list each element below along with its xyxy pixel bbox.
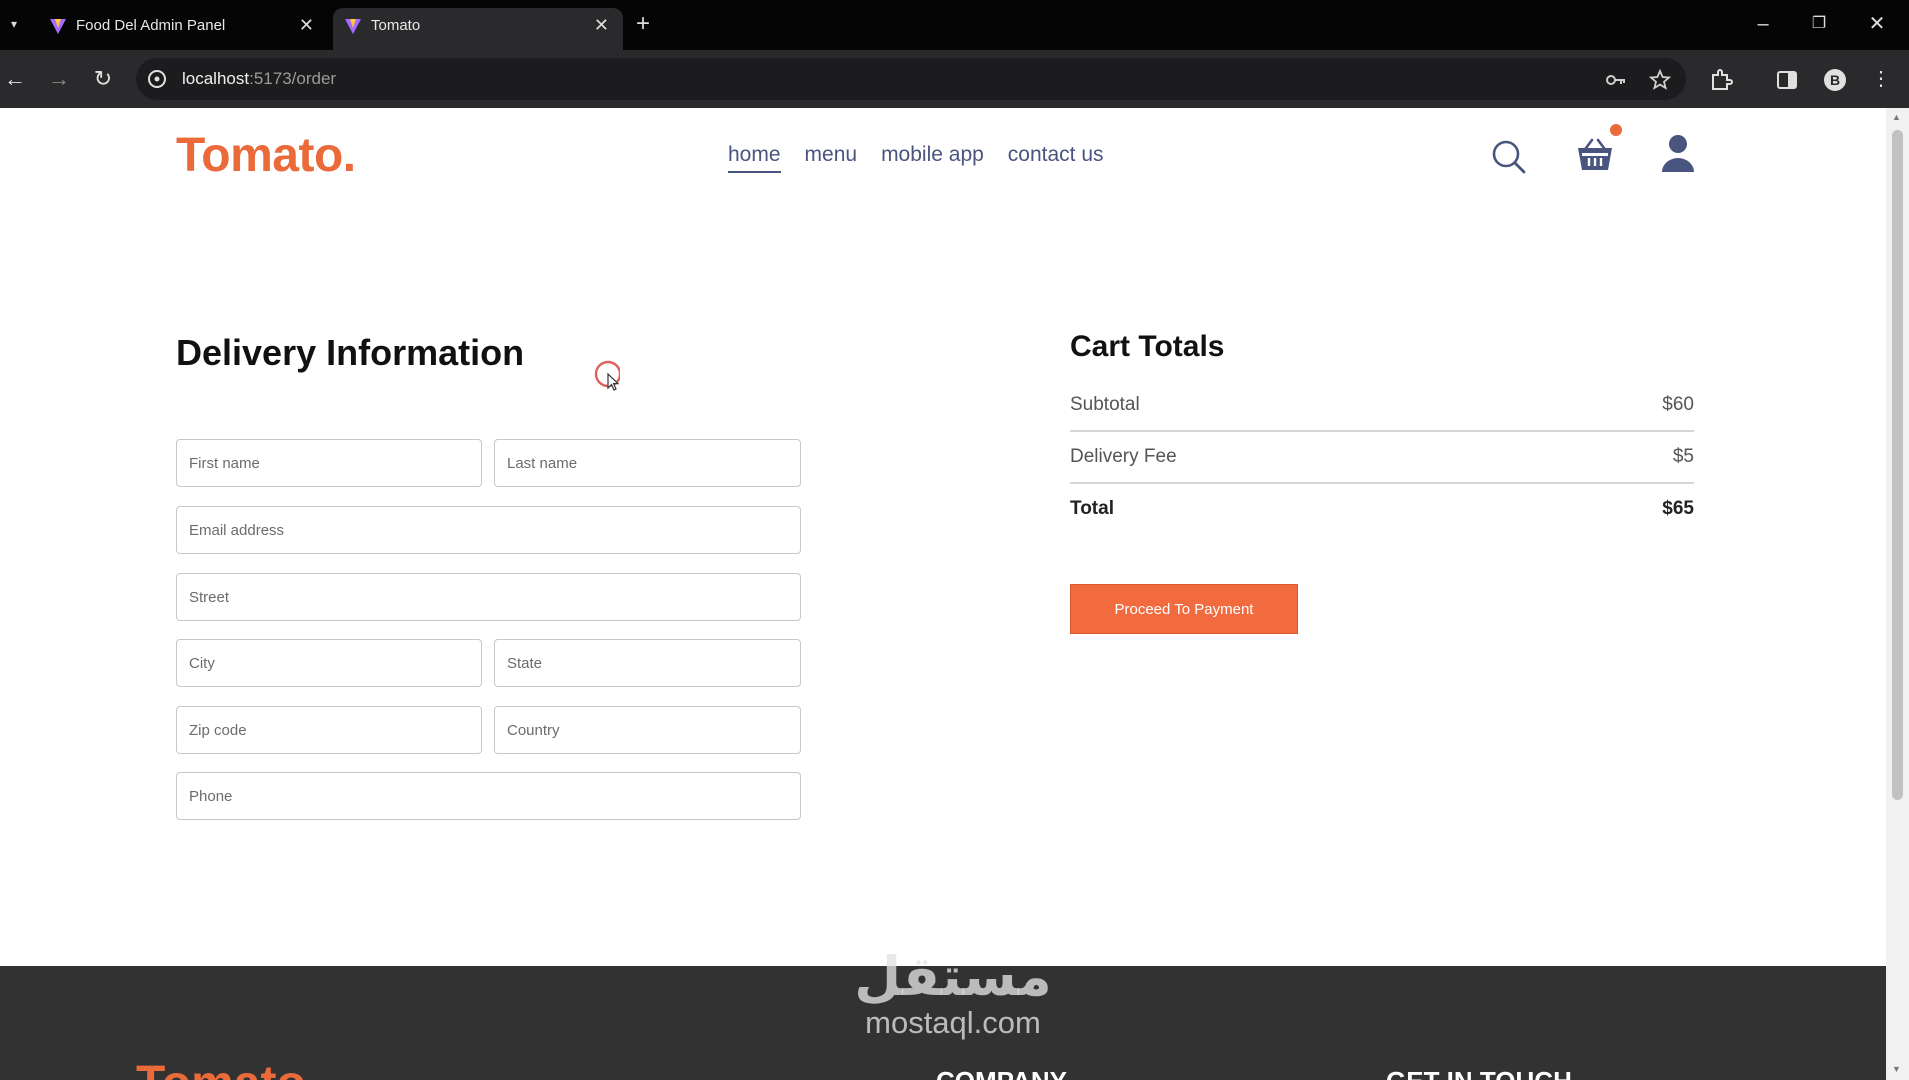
profile-icon[interactable] — [1660, 132, 1696, 176]
divider — [1070, 430, 1694, 432]
tab-title: Tomato — [371, 17, 421, 34]
subtotal-value: $60 — [1662, 394, 1694, 415]
site-logo[interactable]: Tomato. — [176, 128, 356, 183]
basket-icon[interactable] — [1574, 134, 1616, 176]
nav-menu[interactable]: menu — [805, 143, 858, 173]
total-value: $65 — [1662, 498, 1694, 519]
main-nav: home menu mobile app contact us — [728, 143, 1104, 173]
bookmark-star-icon[interactable] — [1648, 68, 1672, 92]
side-panel-icon[interactable] — [1774, 67, 1800, 93]
tab-search-button[interactable]: ▾ — [4, 12, 24, 36]
proceed-to-payment-button[interactable]: Proceed To Payment — [1070, 584, 1298, 634]
footer-heading-company: COMPANY — [936, 1066, 1067, 1080]
tab-close-icon[interactable]: ✕ — [299, 14, 314, 36]
watermark-arabic: مستقل — [854, 945, 1052, 1008]
watermark-latin: mostaql.com — [865, 1005, 1041, 1040]
extensions-icon[interactable] — [1708, 67, 1734, 93]
state-field[interactable] — [494, 639, 801, 687]
footer-logo: Tomato. — [136, 1056, 319, 1080]
total-row: Total $65 — [1070, 498, 1694, 528]
browser-toolbar: ← → ↻ localhost:5173/order B ⋮ — [0, 50, 1909, 108]
cart-totals-title: Cart Totals — [1070, 330, 1225, 363]
browser-tab-strip: ▾ Food Del Admin Panel ✕ Tomato ✕ + – ❐ … — [0, 0, 1909, 50]
footer-heading-contact: GET IN TOUCH — [1386, 1066, 1572, 1080]
minimize-button[interactable]: – — [1748, 10, 1778, 38]
nav-home[interactable]: home — [728, 143, 781, 173]
web-page: Tomato. home menu mobile app contact us … — [0, 108, 1886, 1080]
tab-close-icon[interactable]: ✕ — [594, 14, 609, 36]
vite-favicon-icon — [50, 19, 66, 34]
delivery-info-title: Delivery Information — [176, 332, 525, 373]
mouse-cursor-icon — [594, 360, 620, 391]
profile-avatar-icon[interactable]: B — [1822, 67, 1848, 93]
phone-field[interactable] — [176, 772, 801, 820]
svg-text:B: B — [1830, 72, 1840, 88]
country-field[interactable] — [494, 706, 801, 754]
street-field[interactable] — [176, 573, 801, 621]
site-info-icon[interactable] — [146, 68, 168, 90]
scroll-down-arrow-icon[interactable]: ▼ — [1892, 1064, 1901, 1074]
email-field[interactable] — [176, 506, 801, 554]
watermark: مستقل mostaql.com — [838, 948, 1068, 1040]
zip-code-field[interactable] — [176, 706, 482, 754]
window-close-button[interactable]: ✕ — [1862, 10, 1892, 38]
scrollbar-thumb[interactable] — [1892, 130, 1903, 800]
cart-notification-dot — [1610, 124, 1622, 136]
forward-arrow-icon[interactable]: → — [44, 64, 74, 94]
page-scrollbar[interactable]: ▲ ▼ — [1886, 108, 1909, 1080]
restore-button[interactable]: ❐ — [1804, 10, 1834, 38]
address-bar[interactable]: localhost:5173/order — [136, 58, 1686, 100]
first-name-field[interactable] — [176, 439, 482, 487]
delivery-fee-value: $5 — [1672, 446, 1694, 467]
scroll-up-arrow-icon[interactable]: ▲ — [1892, 112, 1901, 122]
new-tab-button[interactable]: + — [636, 10, 650, 38]
back-arrow-icon[interactable]: ← — [0, 64, 30, 94]
reload-icon[interactable]: ↻ — [88, 64, 118, 94]
vite-favicon-icon — [345, 19, 361, 34]
search-icon[interactable] — [1490, 138, 1528, 176]
subtotal-label: Subtotal — [1070, 394, 1140, 415]
nav-contact-us[interactable]: contact us — [1008, 143, 1104, 173]
subtotal-row: Subtotal $60 — [1070, 394, 1694, 424]
nav-mobile-app[interactable]: mobile app — [881, 143, 984, 173]
last-name-field[interactable] — [494, 439, 801, 487]
tab-title: Food Del Admin Panel — [76, 17, 226, 34]
password-key-icon[interactable] — [1604, 68, 1628, 92]
total-label: Total — [1070, 498, 1114, 519]
tab-admin-panel[interactable]: Food Del Admin Panel ✕ — [38, 8, 328, 50]
delivery-fee-row: Delivery Fee $5 — [1070, 446, 1694, 476]
city-field[interactable] — [176, 639, 482, 687]
tab-tomato[interactable]: Tomato ✕ — [333, 8, 623, 50]
url-text[interactable]: localhost:5173/order — [182, 69, 336, 89]
delivery-fee-label: Delivery Fee — [1070, 446, 1177, 467]
browser-menu-icon[interactable]: ⋮ — [1866, 64, 1896, 94]
divider — [1070, 482, 1694, 484]
